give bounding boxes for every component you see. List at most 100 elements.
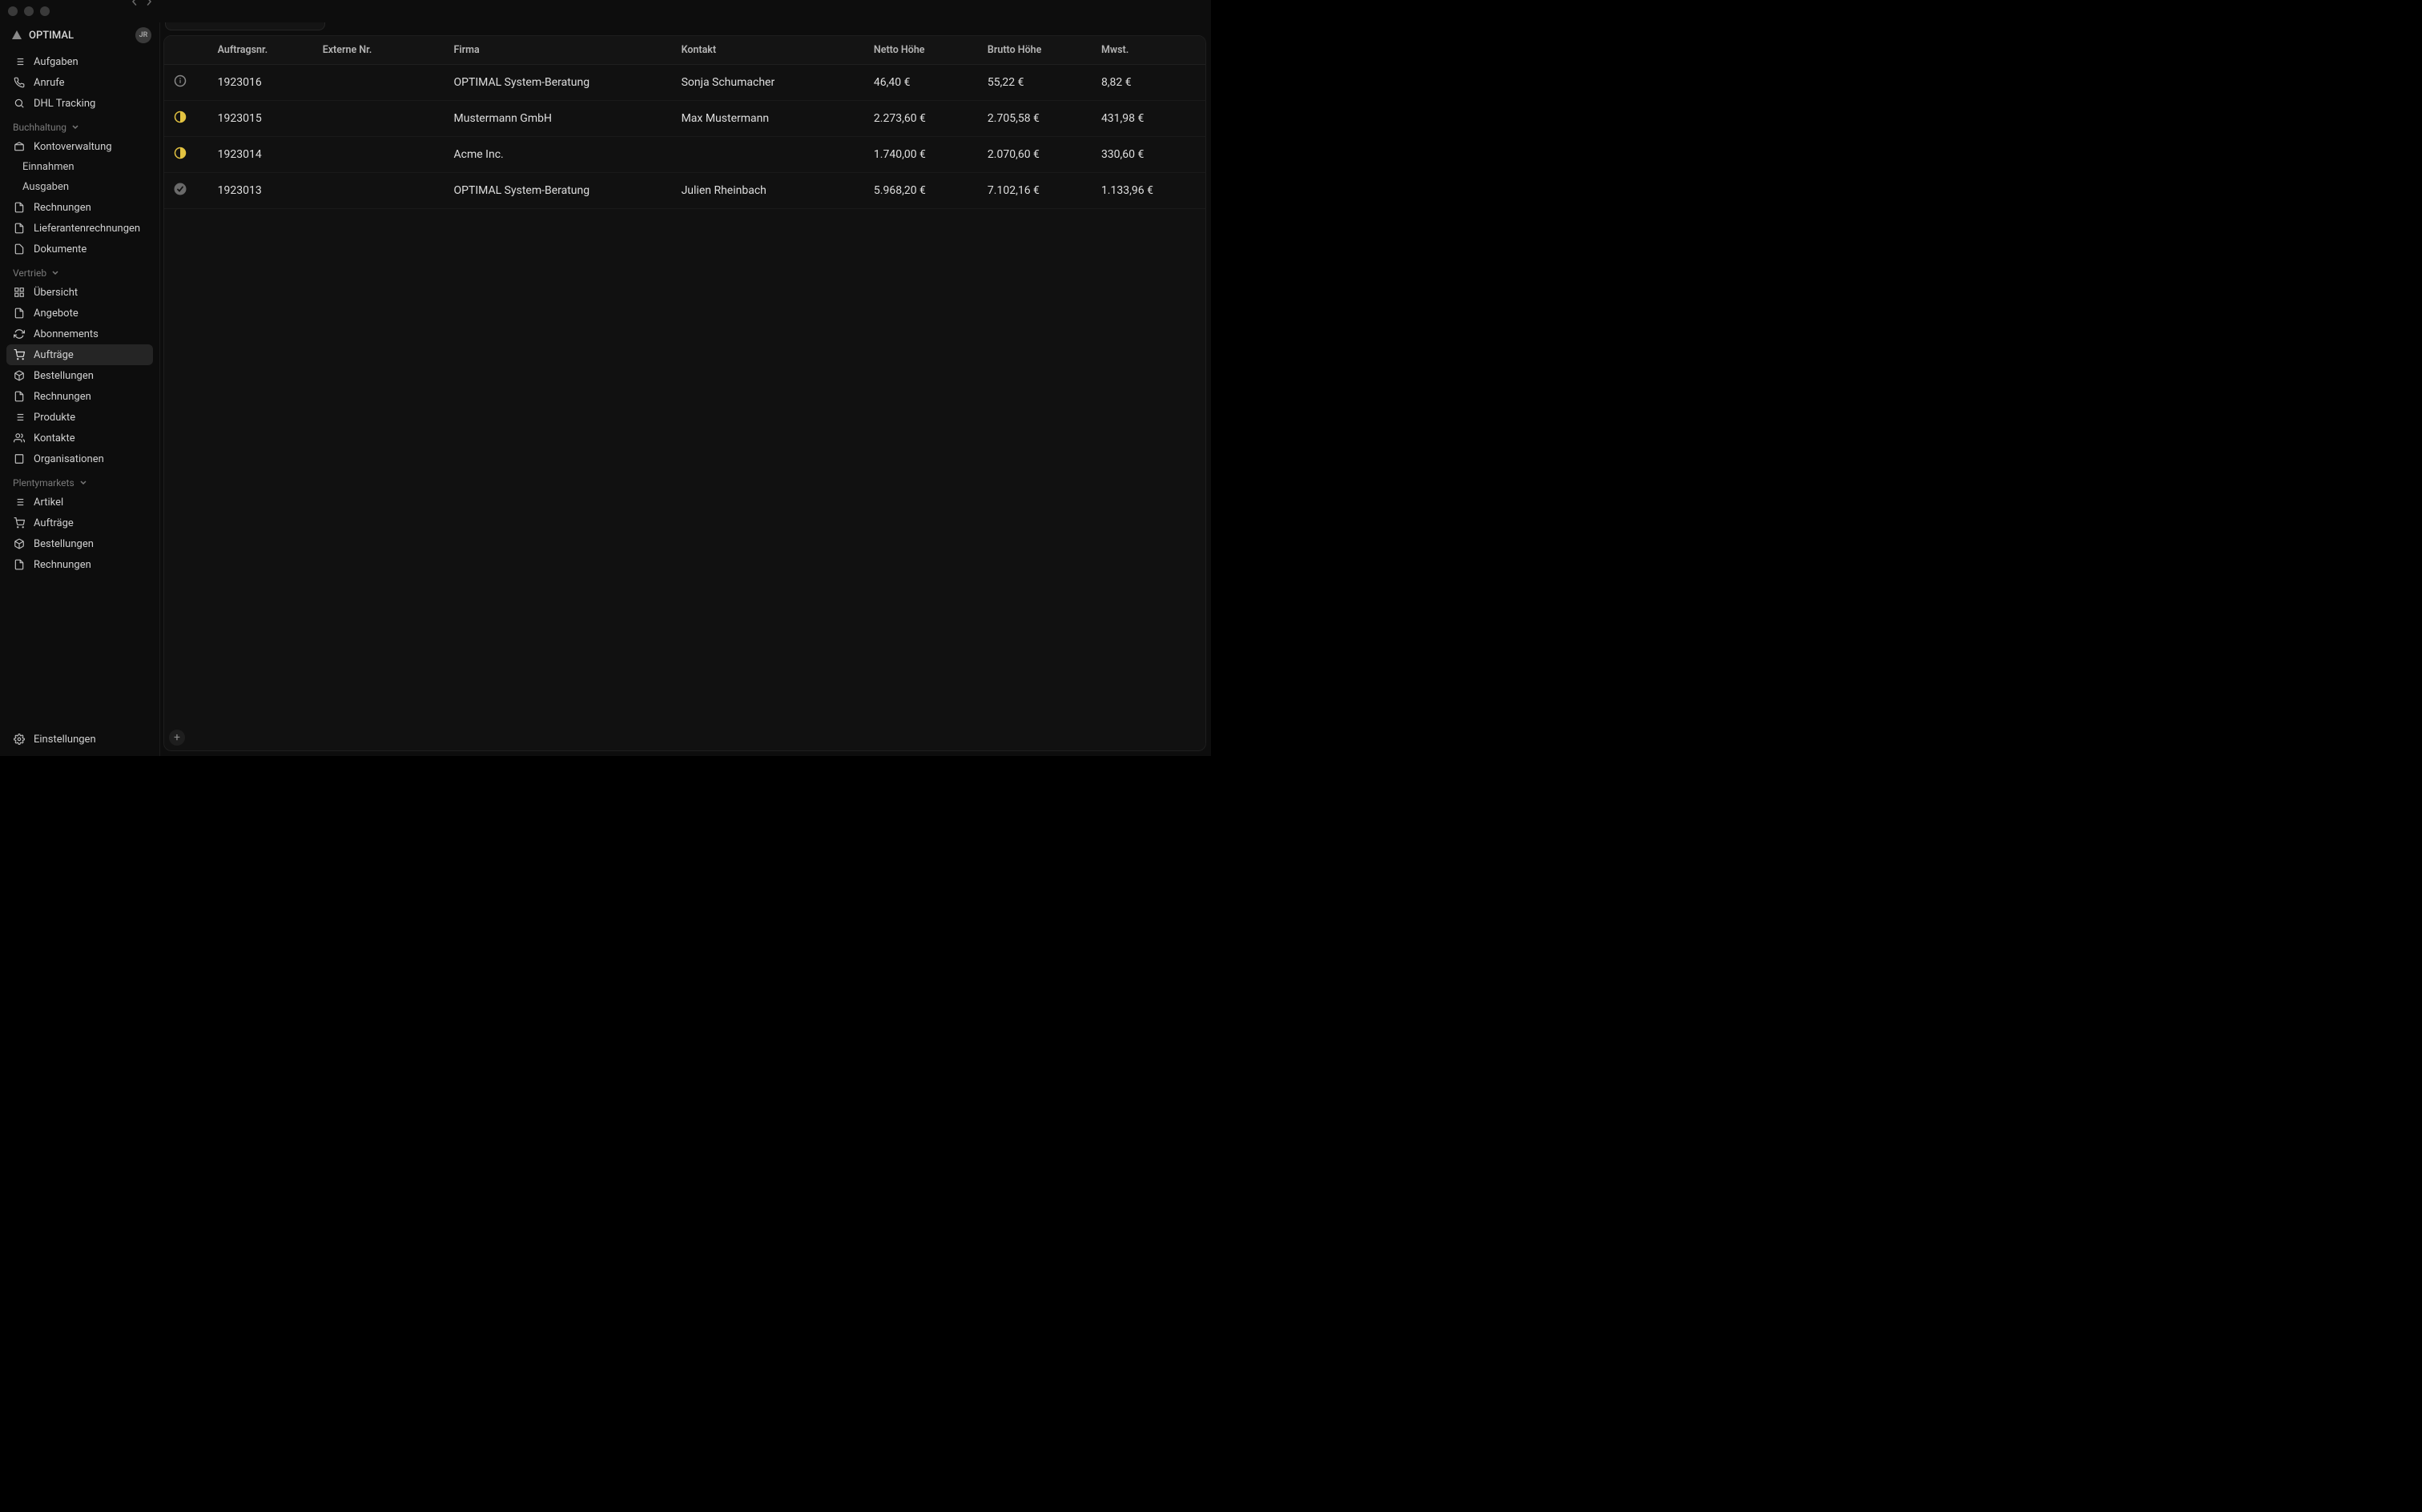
cell-auftragsnr: 1923015	[208, 101, 313, 137]
users-icon	[13, 432, 26, 444]
main-content: Auftragsnr.Externe Nr.FirmaKontaktNetto …	[160, 22, 1211, 756]
sidebar-item-rechnungen[interactable]: Rechnungen	[6, 197, 153, 218]
org-icon	[13, 452, 26, 465]
sidebar-item-dokumente[interactable]: Dokumente	[6, 239, 153, 259]
cell-firma: OPTIMAL System-Beratung	[445, 173, 672, 209]
sidebar-item-artikel[interactable]: Artikel	[6, 492, 153, 513]
sidebar-item-lieferantenrechnungen[interactable]: Lieferantenrechnungen	[6, 218, 153, 239]
search-icon	[13, 97, 26, 110]
cell-status	[164, 101, 208, 137]
workspace-switcher[interactable]: OPTIMAL JR	[0, 22, 159, 51]
sidebar-item-abonnements[interactable]: Abonnements	[6, 324, 153, 344]
nav-item-label: Bestellungen	[34, 538, 94, 550]
status-open-icon	[174, 74, 187, 87]
sidebar-item-rechnungen[interactable]: Rechnungen	[6, 554, 153, 575]
user-avatar[interactable]: JR	[135, 27, 151, 43]
close-window-button[interactable]	[8, 6, 18, 16]
gear-icon	[13, 733, 26, 746]
column-header-brutto-h-he[interactable]: Brutto Höhe	[978, 36, 1092, 65]
nav-item-label: Produkte	[34, 412, 75, 424]
column-header-mwst-[interactable]: Mwst.	[1092, 36, 1205, 65]
file-icon	[13, 243, 26, 255]
cell-mwst: 1.133,96 €	[1092, 173, 1205, 209]
column-header-kontakt[interactable]: Kontakt	[672, 36, 864, 65]
sidebar-subitem-ausgaben[interactable]: Ausgaben	[6, 177, 153, 197]
doc-icon	[13, 201, 26, 214]
sidebar-item-anrufe[interactable]: Anrufe	[6, 72, 153, 93]
nav-item-label: Kontoverwaltung	[34, 141, 112, 153]
sidebar-item-angebote[interactable]: Angebote	[6, 303, 153, 324]
cell-status	[164, 173, 208, 209]
nav-item-label: Abonnements	[34, 328, 99, 340]
settings-button[interactable]: Einstellungen	[6, 729, 153, 750]
sidebar-item-aufgaben[interactable]: Aufgaben	[6, 51, 153, 72]
table-row[interactable]: 1923013 OPTIMAL System-Beratung Julien R…	[164, 173, 1205, 209]
cell-brutto: 55,22 €	[978, 65, 1092, 101]
nav-item-label: Lieferantenrechnungen	[34, 223, 140, 235]
nav-item-label: Dokumente	[34, 243, 86, 255]
sidebar-item-auftr-ge[interactable]: Aufträge	[6, 513, 153, 533]
cell-externenr	[313, 101, 445, 137]
doc-icon	[13, 390, 26, 403]
add-order-button[interactable]: +	[169, 730, 185, 746]
cell-externenr	[313, 65, 445, 101]
column-header-netto-h-he[interactable]: Netto Höhe	[864, 36, 978, 65]
cell-status	[164, 137, 208, 173]
search-icon	[174, 22, 185, 26]
nav-item-label: Aufträge	[34, 349, 74, 361]
maximize-window-button[interactable]	[40, 6, 50, 16]
cart-icon	[13, 517, 26, 529]
sidebar-item-bestellungen[interactable]: Bestellungen	[6, 365, 153, 386]
sidebar-item-kontakte[interactable]: Kontakte	[6, 428, 153, 448]
doc-icon	[13, 558, 26, 571]
chevron-down-icon	[79, 477, 87, 489]
status-pending-icon	[174, 111, 187, 123]
cell-brutto: 2.705,58 €	[978, 101, 1092, 137]
sidebar-item-bestellungen[interactable]: Bestellungen	[6, 533, 153, 554]
column-header-firma[interactable]: Firma	[445, 36, 672, 65]
sidebar-item-rechnungen[interactable]: Rechnungen	[6, 386, 153, 407]
nav-forward-button[interactable]	[143, 0, 155, 8]
section-header-vertrieb[interactable]: Vertrieb	[6, 259, 153, 282]
table-row[interactable]: 1923016 OPTIMAL System-Beratung Sonja Sc…	[164, 65, 1205, 101]
sidebar-item-produkte[interactable]: Produkte	[6, 407, 153, 428]
nav-item-label: DHL Tracking	[34, 98, 95, 110]
list-icon	[13, 411, 26, 424]
sidebar-subitem-einnahmen[interactable]: Einnahmen	[6, 157, 153, 177]
cell-mwst: 330,60 €	[1092, 137, 1205, 173]
table-row[interactable]: 1923015 Mustermann GmbH Max Mustermann 2…	[164, 101, 1205, 137]
column-header-status[interactable]	[164, 36, 208, 65]
workspace-name: OPTIMAL	[29, 30, 129, 42]
cell-brutto: 7.102,16 €	[978, 173, 1092, 209]
sidebar-item--bersicht[interactable]: Übersicht	[6, 282, 153, 303]
cell-firma: Acme Inc.	[445, 137, 672, 173]
column-header-externe-nr-[interactable]: Externe Nr.	[313, 36, 445, 65]
search-input[interactable]	[191, 22, 332, 25]
nav-item-label: Rechnungen	[34, 391, 91, 403]
titlebar	[0, 0, 1211, 22]
nav-item-label: Bestellungen	[34, 370, 94, 382]
column-header-auftragsnr-[interactable]: Auftragsnr.	[208, 36, 313, 65]
table-row[interactable]: 1923014 Acme Inc. 1.740,00 € 2.070,60 € …	[164, 137, 1205, 173]
cart-icon	[13, 348, 26, 361]
grid-icon	[13, 286, 26, 299]
cell-netto: 5.968,20 €	[864, 173, 978, 209]
window-controls	[8, 6, 50, 16]
minimize-window-button[interactable]	[24, 6, 34, 16]
phone-icon	[13, 76, 26, 89]
refresh-icon	[13, 328, 26, 340]
sidebar-item-kontoverwaltung[interactable]: Kontoverwaltung	[6, 136, 153, 157]
sidebar-item-auftr-ge[interactable]: Aufträge	[6, 344, 153, 365]
sidebar-item-dhl-tracking[interactable]: DHL Tracking	[6, 93, 153, 114]
sidebar-item-organisationen[interactable]: Organisationen	[6, 448, 153, 469]
settings-label: Einstellungen	[34, 734, 96, 746]
section-header-buchhaltung[interactable]: Buchhaltung	[6, 114, 153, 136]
nav-back-button[interactable]	[128, 0, 141, 8]
nav-item-label: Übersicht	[34, 287, 78, 299]
cell-netto: 2.273,60 €	[864, 101, 978, 137]
search-box[interactable]	[165, 22, 325, 30]
cell-status	[164, 65, 208, 101]
section-header-plentymarkets[interactable]: Plentymarkets	[6, 469, 153, 492]
cell-auftragsnr: 1923013	[208, 173, 313, 209]
cell-netto: 1.740,00 €	[864, 137, 978, 173]
